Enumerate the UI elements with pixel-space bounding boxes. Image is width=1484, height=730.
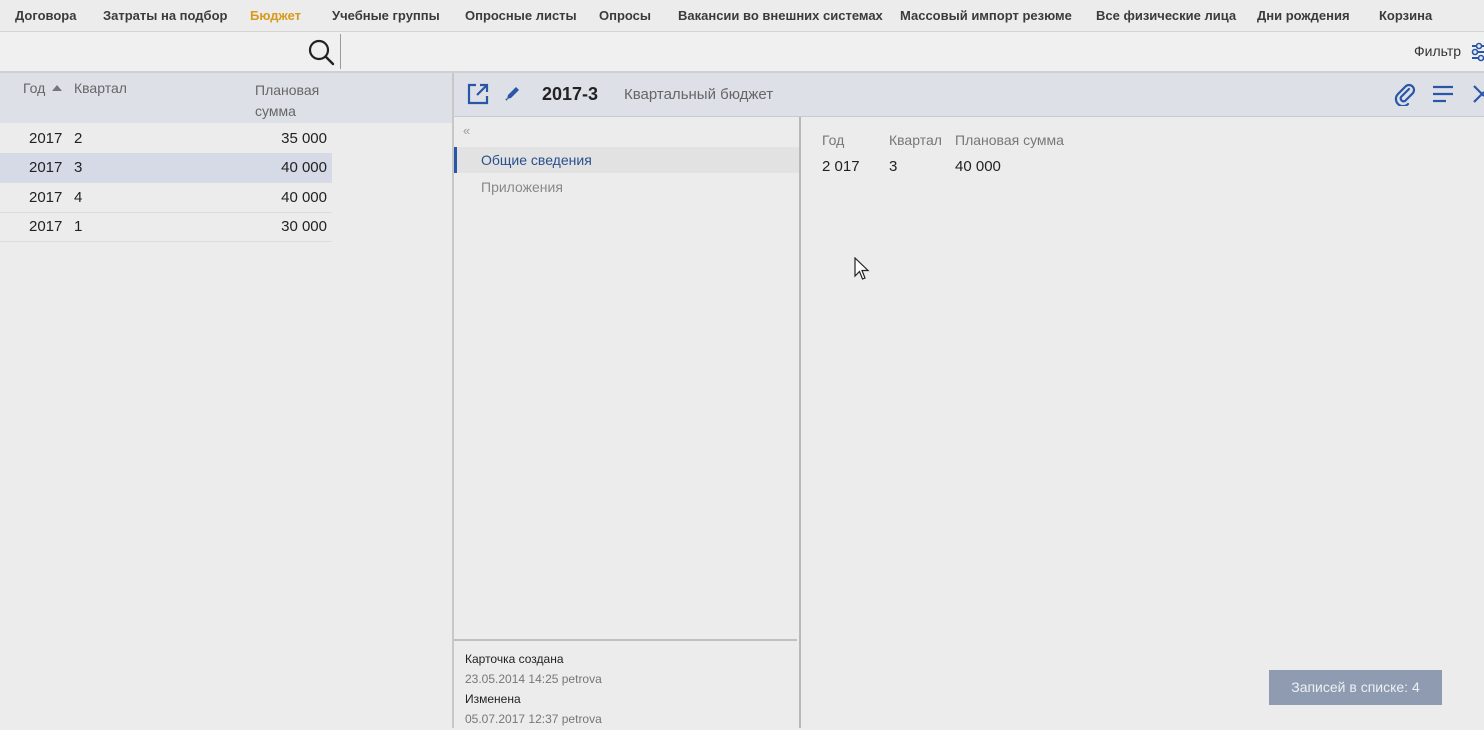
- tab-trash[interactable]: Корзина: [1379, 8, 1432, 23]
- sort-ascending-icon: [52, 85, 62, 91]
- table-row[interactable]: 2017 2 35 000: [0, 124, 332, 154]
- modified-value: 05.07.2017 12:37 petrova: [465, 712, 602, 726]
- table-row[interactable]: 2017 4 40 000: [0, 183, 332, 213]
- cell-quarter: 3: [74, 159, 83, 176]
- mouse-cursor-icon: [854, 257, 870, 280]
- open-external-icon[interactable]: [466, 82, 490, 106]
- tab-contracts[interactable]: Договора: [15, 8, 76, 23]
- collapse-panel-icon[interactable]: «: [463, 123, 470, 138]
- modified-label: Изменена: [465, 692, 521, 706]
- nav-item-label: Общие сведения: [481, 152, 592, 168]
- sliders-icon[interactable]: [1470, 42, 1484, 62]
- tab-birthdays[interactable]: Дни рождения: [1257, 8, 1350, 23]
- field-label-sum: Плановая сумма: [955, 132, 1064, 148]
- nav-item-general[interactable]: Общие сведения: [454, 147, 799, 173]
- record-count-badge: Записей в списке: 4: [1269, 670, 1442, 705]
- top-navigation: Договора Затраты на подбор Бюджет Учебны…: [0, 0, 1484, 32]
- cell-sum: 35 000: [281, 130, 327, 147]
- column-header-year[interactable]: Год: [23, 80, 45, 96]
- cell-year: 2017: [29, 130, 63, 147]
- search-bar: Фильтр: [0, 32, 1484, 73]
- cell-sum: 30 000: [281, 218, 327, 235]
- cell-sum: 40 000: [281, 189, 327, 206]
- field-value-quarter: 3: [889, 158, 898, 175]
- tab-budget[interactable]: Бюджет: [250, 8, 301, 23]
- cell-quarter: 1: [74, 218, 83, 235]
- cell-year: 2017: [29, 218, 63, 235]
- tab-external-vacancies[interactable]: Вакансии во внешних системах: [678, 8, 883, 23]
- filter-button[interactable]: Фильтр: [1414, 43, 1461, 59]
- field-label-year: Год: [822, 132, 845, 148]
- list-header: Год Квартал Плановая сумма: [0, 73, 452, 123]
- cell-sum: 40 000: [281, 159, 327, 176]
- field-label-quarter: Квартал: [889, 132, 942, 148]
- search-icon[interactable]: [307, 38, 335, 66]
- created-value: 23.05.2014 14:25 petrova: [465, 672, 602, 686]
- field-value-year: 2 017: [822, 158, 860, 175]
- tab-all-persons[interactable]: Все физические лица: [1096, 8, 1236, 23]
- tab-questionnaires[interactable]: Опросные листы: [465, 8, 577, 23]
- tab-surveys[interactable]: Опросы: [599, 8, 651, 23]
- record-subtitle: Квартальный бюджет: [624, 86, 774, 103]
- tab-study-groups[interactable]: Учебные группы: [332, 8, 440, 23]
- search-divider: [340, 34, 341, 69]
- cell-year: 2017: [29, 189, 63, 206]
- tab-recruiting-costs[interactable]: Затраты на подбор: [103, 8, 227, 23]
- nav-item-attachments[interactable]: Приложения: [454, 174, 799, 200]
- audit-info: Карточка создана 23.05.2014 14:25 petrov…: [454, 639, 797, 730]
- created-label: Карточка создана: [465, 652, 564, 666]
- column-header-quarter[interactable]: Квартал: [74, 80, 127, 96]
- table-row-selected[interactable]: 2017 3 40 000: [0, 153, 332, 183]
- cell-year: 2017: [29, 159, 63, 176]
- record-header: 2017-3 Квартальный бюджет: [454, 73, 1484, 117]
- nav-item-label: Приложения: [481, 179, 563, 195]
- cell-quarter: 4: [74, 189, 83, 206]
- record-title: 2017-3: [542, 84, 599, 104]
- column-header-sum[interactable]: Плановая сумма: [255, 80, 335, 122]
- tab-resume-import[interactable]: Массовый импорт резюме: [900, 8, 1072, 23]
- edit-pencil-icon[interactable]: [504, 84, 522, 102]
- field-value-sum: 40 000: [955, 158, 1001, 175]
- cell-quarter: 2: [74, 130, 83, 147]
- record-detail: Год Квартал Плановая сумма 2 017 3 40 00…: [801, 117, 1484, 728]
- attachment-icon[interactable]: [1394, 82, 1416, 106]
- record-nav-panel: « Общие сведения Приложения Карточка соз…: [454, 117, 799, 728]
- table-row[interactable]: 2017 1 30 000: [0, 212, 332, 242]
- menu-icon[interactable]: [1432, 84, 1454, 104]
- close-icon[interactable]: [1473, 85, 1484, 103]
